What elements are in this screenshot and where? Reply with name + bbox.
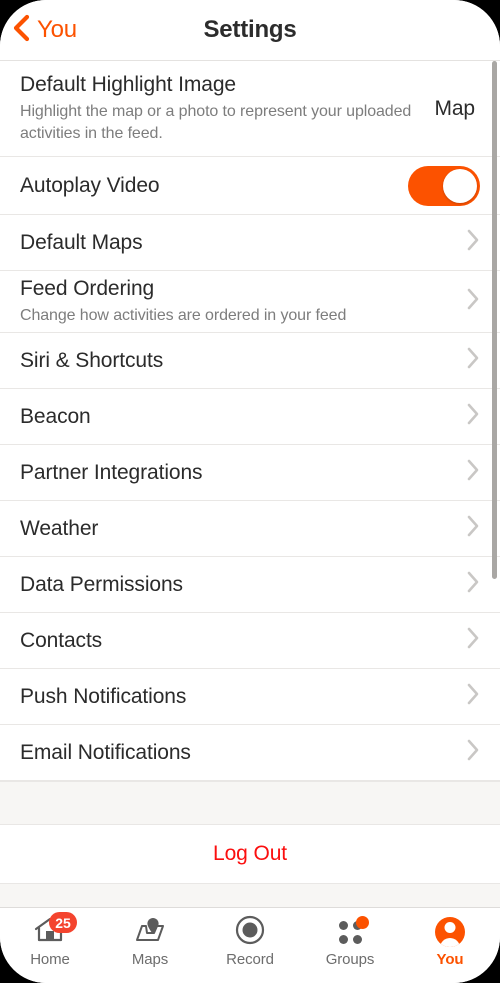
home-badge-count: 25 <box>49 912 77 933</box>
chevron-right-icon <box>466 458 480 487</box>
tab-you[interactable]: You <box>400 916 500 968</box>
row-title: Feed Ordering <box>20 276 155 300</box>
row-text-block: Weather <box>20 517 466 541</box>
tab-record[interactable]: Record <box>200 915 300 968</box>
autoplay-video-toggle[interactable] <box>408 165 480 206</box>
person-avatar-icon <box>435 917 465 947</box>
section-spacer <box>0 781 500 826</box>
row-title: Email Notifications <box>20 740 191 764</box>
navigation-bar: You Settings <box>0 0 500 61</box>
tab-icon-wrap <box>430 916 470 948</box>
row-title: Default Maps <box>20 230 143 254</box>
row-title: Contacts <box>20 628 103 652</box>
row-value-highlight-image: Map <box>434 96 475 120</box>
tab-home[interactable]: 25 Home <box>0 912 100 968</box>
row-text-block: Siri & Shortcuts <box>20 349 466 373</box>
bottom-spacer <box>0 883 500 907</box>
setting-row-data-permissions[interactable]: Data Permissions <box>0 557 500 614</box>
tab-icon-wrap <box>130 916 170 948</box>
map-pin-icon <box>134 916 166 949</box>
row-text-block: Contacts <box>20 629 466 653</box>
toggle-knob <box>443 168 477 203</box>
chevron-left-icon <box>13 14 30 47</box>
setting-row-push-notifications[interactable]: Push Notifications <box>0 669 500 726</box>
row-title: Beacon <box>20 404 91 428</box>
chevron-right-icon <box>466 738 480 767</box>
setting-row-siri-shortcuts[interactable]: Siri & Shortcuts <box>0 333 500 390</box>
setting-row-weather[interactable]: Weather <box>0 501 500 558</box>
chevron-right-icon <box>466 570 480 599</box>
row-title: Partner Integrations <box>20 460 203 484</box>
tab-label-maps: Maps <box>131 951 169 968</box>
back-button-label: You <box>37 16 77 43</box>
tab-icon-wrap <box>330 916 370 948</box>
row-text-block: Beacon <box>20 405 466 429</box>
tab-icon-wrap: 25 <box>30 912 77 948</box>
chevron-right-icon <box>466 682 480 711</box>
row-title: Weather <box>20 516 99 540</box>
chevron-right-icon <box>466 514 480 543</box>
settings-list[interactable]: Default Highlight Image Highlight the ma… <box>0 61 500 907</box>
row-text-block: Autoplay Video <box>20 174 408 198</box>
bottom-tab-bar: 25 Home Maps Record Groups You <box>0 907 500 983</box>
chevron-right-icon <box>466 287 480 316</box>
setting-row-beacon[interactable]: Beacon <box>0 389 500 446</box>
row-subtitle: Highlight the map or a photo to represen… <box>20 103 412 142</box>
row-text-block: Partner Integrations <box>20 461 466 485</box>
log-out-label: Log Out <box>212 842 288 866</box>
row-text-block: Default Highlight Image Highlight the ma… <box>20 73 434 144</box>
setting-row-autoplay-video[interactable]: Autoplay Video <box>0 157 500 216</box>
row-text-block: Feed Ordering Change how activities are … <box>20 277 466 327</box>
row-subtitle: Change how activities are ordered in you… <box>20 307 347 325</box>
tab-label-record: Record <box>226 951 274 968</box>
tab-icon-wrap <box>230 915 270 950</box>
tab-label-you: You <box>436 951 464 968</box>
setting-row-email-notifications[interactable]: Email Notifications <box>0 725 500 782</box>
tab-groups[interactable]: Groups <box>300 916 400 968</box>
row-title: Autoplay Video <box>20 173 160 197</box>
row-text-block: Push Notifications <box>20 685 466 709</box>
setting-row-default-maps[interactable]: Default Maps <box>0 215 500 272</box>
row-text-block: Default Maps <box>20 231 466 255</box>
setting-row-default-highlight-image[interactable]: Default Highlight Image Highlight the ma… <box>0 61 500 158</box>
tab-maps[interactable]: Maps <box>100 916 200 968</box>
record-dot-icon <box>235 915 265 950</box>
chevron-right-icon <box>466 346 480 375</box>
row-title: Push Notifications <box>20 684 187 708</box>
setting-row-contacts[interactable]: Contacts <box>0 613 500 670</box>
groups-badge-dot <box>356 916 369 929</box>
row-title: Siri & Shortcuts <box>20 348 164 372</box>
chevron-right-icon <box>466 402 480 431</box>
tab-label-groups: Groups <box>325 951 375 968</box>
setting-row-partner-integrations[interactable]: Partner Integrations <box>0 445 500 502</box>
log-out-button[interactable]: Log Out <box>0 825 500 884</box>
row-text-block: Data Permissions <box>20 573 466 597</box>
row-title: Default Highlight Image <box>20 73 236 96</box>
tab-label-home: Home <box>30 951 70 968</box>
back-button[interactable]: You <box>0 14 77 47</box>
row-title: Data Permissions <box>20 572 183 596</box>
row-text-block: Email Notifications <box>20 741 466 765</box>
chevron-right-icon <box>466 626 480 655</box>
chevron-right-icon <box>466 228 480 257</box>
phone-screen: You Settings Default Highlight Image Hig… <box>0 0 500 983</box>
setting-row-feed-ordering[interactable]: Feed Ordering Change how activities are … <box>0 271 500 334</box>
